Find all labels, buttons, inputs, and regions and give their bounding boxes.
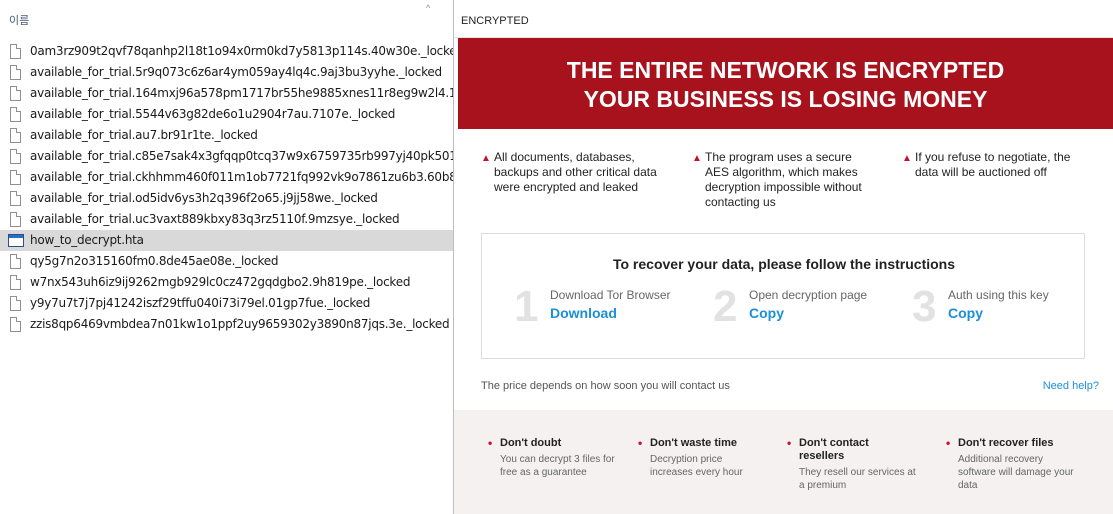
warning-item: ▲ If you refuse to negotiate, the data w… <box>902 150 1092 180</box>
file-list: 0am3rz909t2qvf78qanhp2l18t1o94x0rm0kd7y5… <box>0 41 458 335</box>
file-name: w7nx543uh6iz9ij9262mgb929lc0cz472gqdgbo2… <box>30 275 411 289</box>
download-link[interactable]: Download <box>550 305 617 321</box>
warning-triangle-icon: ▲ <box>692 153 702 164</box>
file-icon <box>10 317 21 332</box>
warning-triangle-icon: ▲ <box>481 153 491 164</box>
tip-heading: Don't recover files <box>958 437 1054 449</box>
file-icon <box>10 86 21 101</box>
file-name: available_for_trial.od5idv6ys3h2q396f2o6… <box>30 191 378 205</box>
window-title: ENCRYPTED <box>461 15 529 27</box>
file-name: zzis8qp6469vmbdea7n01kw1o1ppf2uy9659302y… <box>30 317 450 331</box>
file-icon <box>10 212 21 227</box>
file-name: available_for_trial.uc3vaxt889kbxy83q3rz… <box>30 212 400 226</box>
file-row[interactable]: available_for_trial.ckhhmm460f011m1ob772… <box>0 167 458 188</box>
file-row[interactable]: zzis8qp6469vmbdea7n01kw1o1ppf2uy9659302y… <box>0 314 458 335</box>
warning-triangle-icon: ▲ <box>902 153 912 164</box>
file-icon <box>10 275 21 290</box>
file-row[interactable]: available_for_trial.c85e7sak4x3gfqqp0tcq… <box>0 146 458 167</box>
file-row[interactable]: available_for_trial.od5idv6ys3h2q396f2o6… <box>0 188 458 209</box>
step-1: 1 Download Tor Browser Download <box>514 284 694 334</box>
file-icon <box>10 65 21 80</box>
column-name-label[interactable]: 이름 <box>9 12 29 28</box>
ransom-note-window: ENCRYPTED THE ENTIRE NETWORK IS ENCRYPTE… <box>453 0 1113 514</box>
sort-ascending-icon[interactable]: ^ <box>426 3 430 13</box>
warning-banner: THE ENTIRE NETWORK IS ENCRYPTED YOUR BUS… <box>458 38 1113 129</box>
tip-item: • Don't recover files Additional recover… <box>946 436 1076 492</box>
file-icon <box>10 128 21 143</box>
banner-subheadline: YOUR BUSINESS IS LOSING MONEY <box>583 86 988 112</box>
tip-description: You can decrypt 3 files for free as a gu… <box>500 454 615 478</box>
file-icon <box>10 254 21 269</box>
file-name: y9y7u7t7j7pj41242iszf29tffu040i73i79el.0… <box>30 296 371 310</box>
instructions-title: To recover your data, please follow the … <box>612 256 956 272</box>
tip-heading: Don't contact resellers <box>799 437 869 462</box>
instructions-panel: To recover your data, please follow the … <box>481 233 1085 359</box>
tip-description: Additional recovery software will damage… <box>958 454 1074 491</box>
file-row[interactable]: available_for_trial.5r9q073c6z6ar4ym059a… <box>0 62 458 83</box>
column-header[interactable]: 이름 ^ <box>0 0 458 34</box>
file-icon <box>10 296 21 311</box>
file-name: available_for_trial.c85e7sak4x3gfqqp0tcq… <box>30 149 458 163</box>
file-icon <box>10 191 21 206</box>
step-label: Auth using this key <box>948 288 1049 302</box>
file-name: how_to_decrypt.hta <box>30 233 144 247</box>
file-icon <box>10 149 21 164</box>
tip-description: They resell our services at a premium <box>799 467 916 491</box>
file-row[interactable]: available_for_trial.164mxj96a578pm1717br… <box>0 83 458 104</box>
banner-headline: THE ENTIRE NETWORK IS ENCRYPTED <box>566 57 1005 83</box>
copy-key-link[interactable]: Copy <box>948 305 983 321</box>
tip-description: Decryption price increases every hour <box>650 454 743 478</box>
file-row[interactable]: w7nx543uh6iz9ij9262mgb929lc0cz472gqdgbo2… <box>0 272 458 293</box>
file-name: qy5g7n2o315160fm0.8de45ae08e._locked <box>30 254 279 268</box>
file-name: available_for_trial.au7.br91r1te._locked <box>30 128 258 142</box>
file-name: 0am3rz909t2qvf78qanhp2l18t1o94x0rm0kd7y5… <box>30 44 458 58</box>
tips-footer: • Don't doubt You can decrypt 3 files fo… <box>454 410 1113 514</box>
bullet-icon: • <box>787 436 792 450</box>
file-row[interactable]: available_for_trial.au7.br91r1te._locked <box>0 125 458 146</box>
tip-item: • Don't doubt You can decrypt 3 files fo… <box>488 436 628 479</box>
need-help-link[interactable]: Need help? <box>1043 380 1099 392</box>
window-titlebar[interactable]: ENCRYPTED <box>454 0 1113 38</box>
copy-decryption-page-link[interactable]: Copy <box>749 305 784 321</box>
warning-item: ▲ All documents, databases, backups and … <box>481 150 666 195</box>
warning-text: If you refuse to negotiate, the data wil… <box>915 150 1071 179</box>
file-row[interactable]: available_for_trial.uc3vaxt889kbxy83q3rz… <box>0 209 458 230</box>
bullet-icon: • <box>488 436 493 450</box>
file-name: available_for_trial.ckhhmm460f011m1ob772… <box>30 170 458 184</box>
tip-heading: Don't doubt <box>500 437 562 449</box>
file-row[interactable]: available_for_trial.5544v63g82de6o1u2904… <box>0 104 458 125</box>
file-icon <box>10 44 21 59</box>
warning-list: ▲ All documents, databases, backups and … <box>454 150 1113 220</box>
file-name: available_for_trial.5r9q073c6z6ar4ym059a… <box>30 65 442 79</box>
step-number: 3 <box>912 282 937 331</box>
warning-text: The program uses a secure AES algorithm,… <box>705 150 862 209</box>
hta-application-icon <box>8 234 24 247</box>
file-row[interactable]: y9y7u7t7j7pj41242iszf29tffu040i73i79el.0… <box>0 293 458 314</box>
file-row[interactable]: qy5g7n2o315160fm0.8de45ae08e._locked <box>0 251 458 272</box>
bullet-icon: • <box>946 436 951 450</box>
tip-item: • Don't waste time Decryption price incr… <box>638 436 756 479</box>
bullet-icon: • <box>638 436 643 450</box>
file-icon <box>10 170 21 185</box>
file-name: available_for_trial.164mxj96a578pm1717br… <box>30 86 458 100</box>
step-3: 3 Auth using this key Copy <box>912 284 1082 334</box>
tip-heading: Don't waste time <box>650 437 737 449</box>
tip-item: • Don't contact resellers They resell ou… <box>787 436 917 492</box>
file-explorer: 이름 ^ 0am3rz909t2qvf78qanhp2l18t1o94x0rm0… <box>0 0 458 514</box>
step-2: 2 Open decryption page Copy <box>713 284 893 334</box>
step-label: Open decryption page <box>749 288 868 302</box>
step-number: 2 <box>713 282 738 331</box>
file-row[interactable]: 0am3rz909t2qvf78qanhp2l18t1o94x0rm0kd7y5… <box>0 41 458 62</box>
price-note: The price depends on how soon you will c… <box>481 380 730 392</box>
warning-text: All documents, databases, backups and ot… <box>494 150 657 194</box>
file-name: available_for_trial.5544v63g82de6o1u2904… <box>30 107 396 121</box>
file-row-selected[interactable]: how_to_decrypt.hta <box>0 230 458 251</box>
file-icon <box>10 107 21 122</box>
warning-item: ▲ The program uses a secure AES algorith… <box>692 150 877 210</box>
step-number: 1 <box>514 282 539 331</box>
step-label: Download Tor Browser <box>550 288 671 302</box>
